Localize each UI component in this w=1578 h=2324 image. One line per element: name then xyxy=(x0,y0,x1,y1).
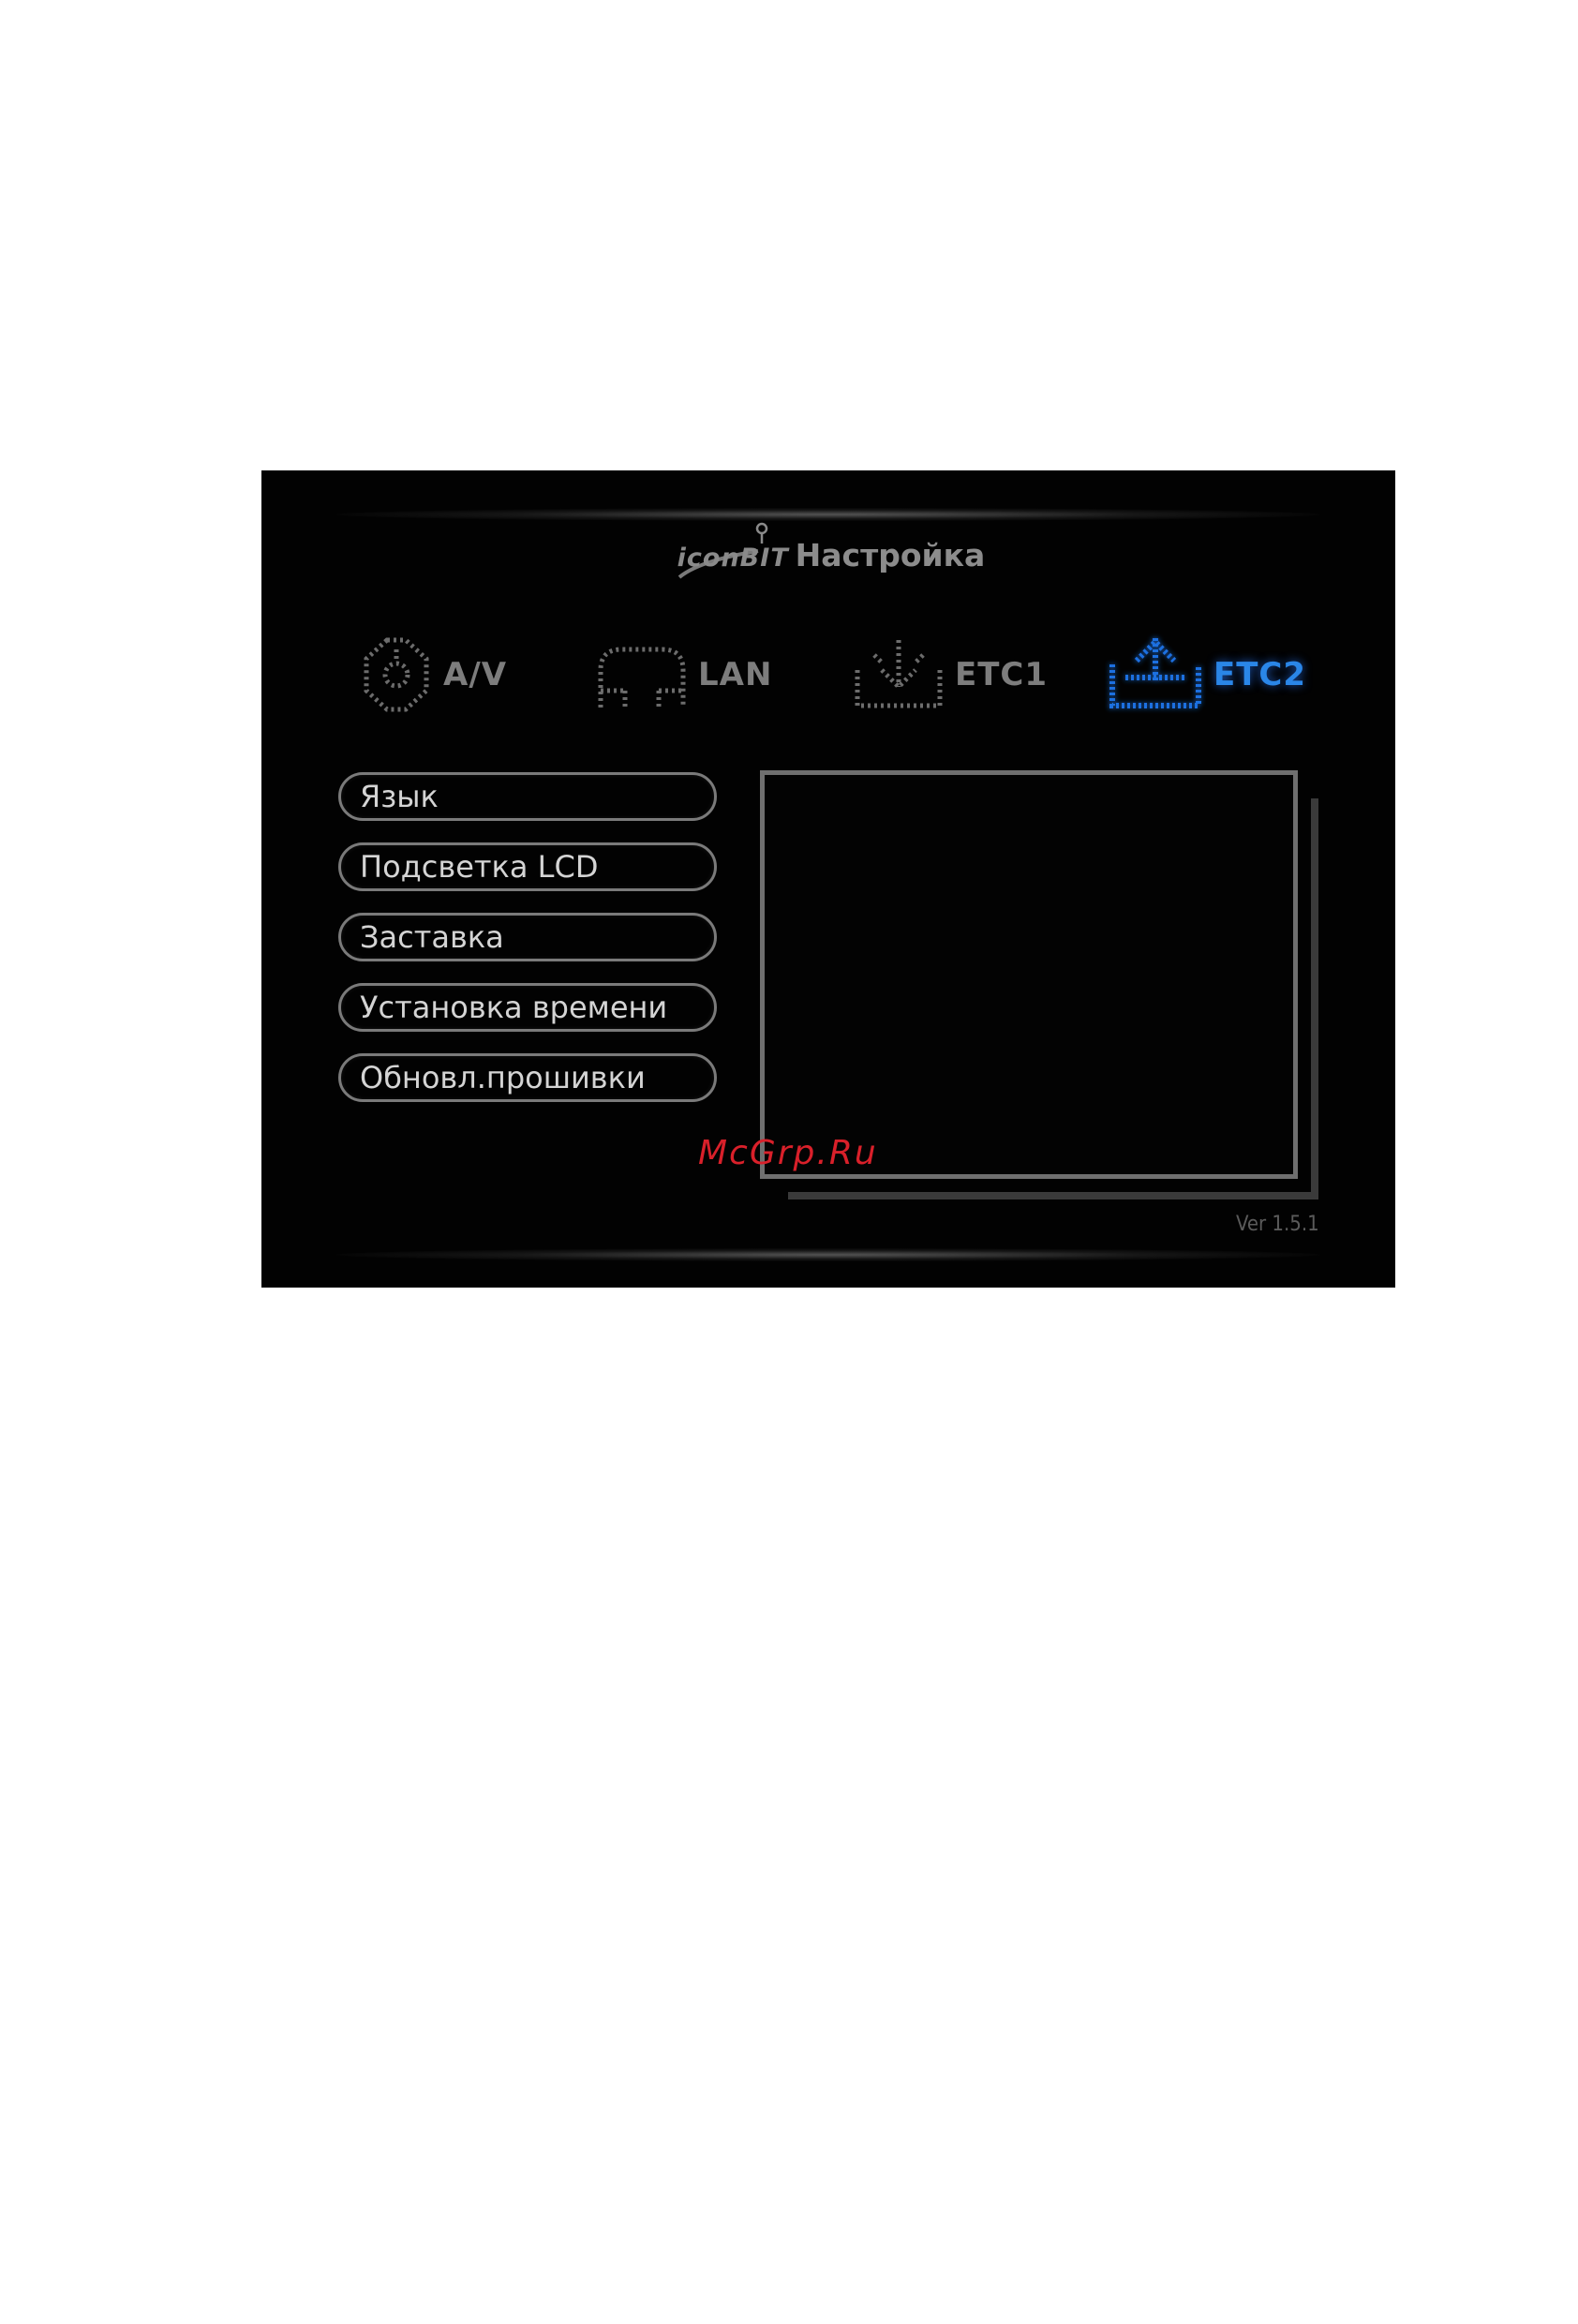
tab-bar: A/V LAN ETC1 ETC2 xyxy=(261,628,1395,722)
preview-panel xyxy=(760,770,1298,1179)
tab-etc2-label: ETC2 xyxy=(1213,656,1307,693)
tab-av[interactable]: A/V xyxy=(359,628,507,722)
tab-lan-label: LAN xyxy=(698,656,773,693)
logo-text: iconBIT xyxy=(677,544,789,573)
settings-menu: Язык Подсветка LCD Заставка Установка вр… xyxy=(338,772,717,1124)
tab-etc1-label: ETC1 xyxy=(955,656,1049,693)
page: iconBIT Настройка A/V LAN ETC1 ETC2 Язык… xyxy=(0,0,1578,2324)
tab-etc1[interactable]: ETC1 xyxy=(850,628,1048,722)
version-label: Ver 1.5.1 xyxy=(1236,1213,1319,1236)
menu-item-firmware-update[interactable]: Обновл.прошивки xyxy=(338,1053,717,1102)
etc1-icon xyxy=(855,640,943,708)
tab-lan[interactable]: LAN xyxy=(593,628,772,722)
header: iconBIT Настройка xyxy=(261,519,1395,585)
menu-item-lcd-backlight[interactable]: Подсветка LCD xyxy=(338,842,717,891)
page-title: Настройка xyxy=(795,536,986,574)
menu-item-screensaver[interactable]: Заставка xyxy=(338,913,717,961)
brand-logo: iconBIT xyxy=(672,519,788,585)
menu-item-language[interactable]: Язык xyxy=(338,772,717,821)
av-icon xyxy=(364,637,429,712)
watermark: McGrp.Ru xyxy=(698,1134,878,1172)
lan-icon xyxy=(598,647,686,708)
etc2-icon xyxy=(1109,637,1201,708)
menu-item-time-setup[interactable]: Установка времени xyxy=(338,983,717,1032)
bottom-glow-divider xyxy=(336,1248,1320,1261)
tab-etc2[interactable]: ETC2 xyxy=(1105,628,1306,722)
tab-av-label: A/V xyxy=(443,656,508,693)
